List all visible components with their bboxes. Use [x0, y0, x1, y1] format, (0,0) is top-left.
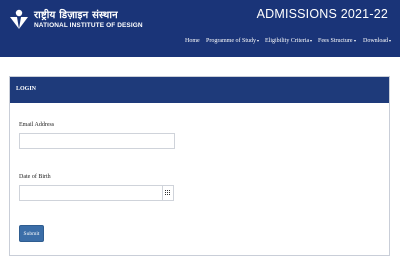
- nav-programme-of-study[interactable]: Programme of Study: [206, 38, 259, 44]
- main-nav: Home Programme of Study Eligibility Crit…: [0, 38, 400, 48]
- nav-home-label: Home: [185, 38, 200, 44]
- nav-eligibility-criteria[interactable]: Eligibility Criteria: [265, 38, 313, 44]
- caret-down-icon: [257, 40, 259, 42]
- logo-english-text: NATIONAL INSTITUTE OF DESIGN: [34, 21, 143, 29]
- nid-logo-icon: [8, 9, 30, 31]
- submit-button[interactable]: Submit: [19, 225, 44, 242]
- nav-fees-structure[interactable]: Fees Structure: [318, 38, 356, 44]
- nav-home[interactable]: Home: [185, 38, 200, 44]
- admissions-title: ADMISSIONS 2021-22: [256, 7, 388, 21]
- calendar-button[interactable]: [162, 185, 174, 201]
- dob-label: Date of Birth: [19, 174, 51, 180]
- calendar-icon: [165, 190, 171, 196]
- site-header: राष्ट्रीय डिज़ाइन संस्थान NATIONAL INSTI…: [0, 0, 400, 57]
- dob-field[interactable]: [19, 185, 163, 201]
- nav-fees-label: Fees Structure: [318, 38, 353, 44]
- site-logo[interactable]: राष्ट्रीय डिज़ाइन संस्थान NATIONAL INSTI…: [8, 7, 143, 33]
- email-label: Email Address: [19, 122, 55, 128]
- caret-down-icon: [389, 40, 391, 42]
- nav-eligibility-label: Eligibility Criteria: [265, 38, 310, 44]
- email-field[interactable]: [19, 133, 175, 149]
- nav-download[interactable]: Download: [363, 38, 391, 44]
- login-card: LOGIN: [9, 76, 390, 256]
- login-card-header: LOGIN: [10, 77, 389, 103]
- caret-down-icon: [310, 40, 313, 42]
- nav-download-label: Download: [363, 38, 388, 44]
- caret-down-icon: [353, 40, 356, 42]
- nav-programme-label: Programme of Study: [206, 38, 256, 44]
- logo-hindi-text: राष्ट्रीय डिज़ाइन संस्थान: [34, 9, 118, 21]
- login-title: LOGIN: [16, 86, 37, 92]
